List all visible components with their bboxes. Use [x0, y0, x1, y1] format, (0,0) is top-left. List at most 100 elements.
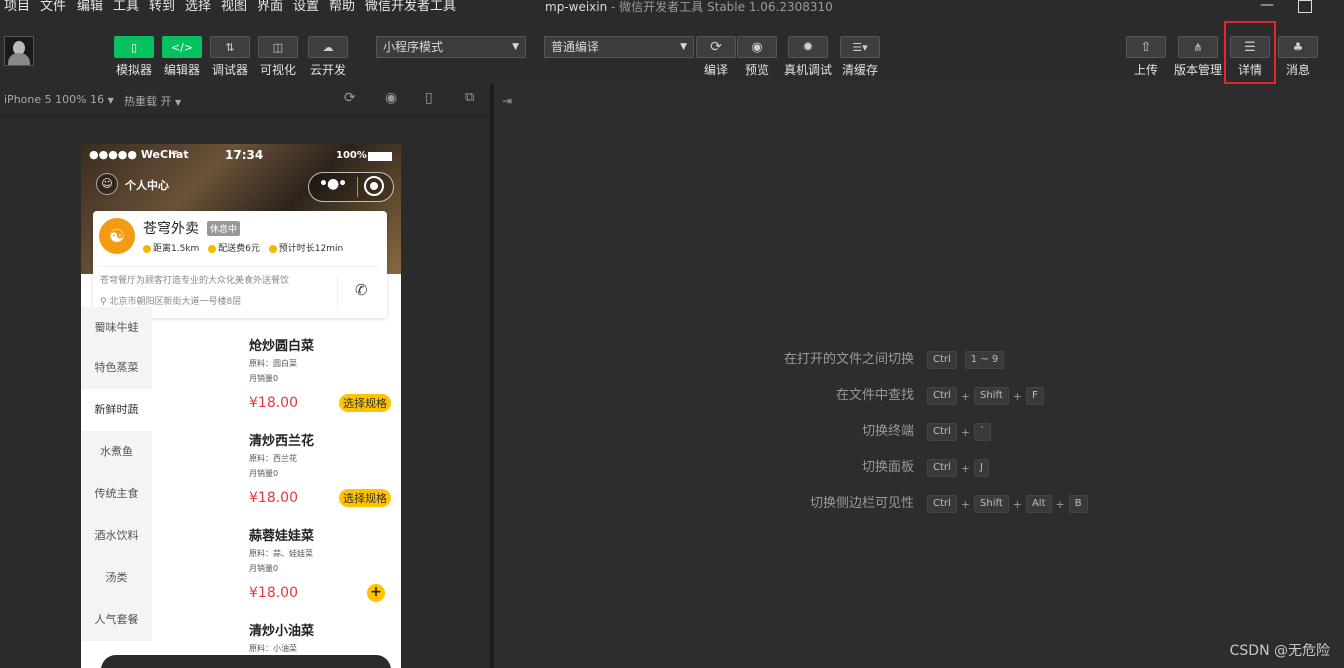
bell-icon[interactable]: ♣	[1278, 36, 1318, 58]
category-item[interactable]: 酒水饮料	[81, 515, 152, 557]
menu-settings[interactable]: 设置	[293, 0, 319, 15]
window-title-rest: - 微信开发者工具 Stable 1.06.2308310	[607, 0, 833, 14]
eye-icon[interactable]: ◉	[737, 36, 777, 58]
choose-spec-button[interactable]: 选择规格	[339, 489, 391, 507]
menu-edit[interactable]: 编辑	[77, 0, 103, 15]
clear-cache-button-label[interactable]: 清缓存	[836, 61, 884, 78]
compile-button-label[interactable]: 编译	[696, 61, 736, 78]
version-button-label[interactable]: 版本管理	[1172, 61, 1224, 78]
key: Ctrl	[927, 423, 957, 441]
category-item[interactable]: 人气套餐	[81, 599, 152, 641]
shop-distance: 距离1.5km	[153, 244, 200, 254]
personal-center-link[interactable]: 个人中心	[125, 177, 169, 193]
dish-sales: 月销量0	[249, 469, 279, 478]
refresh-icon[interactable]: ⟳	[696, 36, 736, 58]
user-icon[interactable]: ☺	[96, 173, 118, 195]
dish-ingredient: 原料：圆白菜	[249, 359, 297, 368]
menu-project[interactable]: 项目	[4, 0, 30, 15]
visual-button-label[interactable]: 可视化	[258, 61, 298, 78]
menu-file[interactable]: 文件	[40, 0, 66, 15]
menu-interface[interactable]: 界面	[257, 0, 283, 15]
hot-reload-select[interactable]: 热重载 开 ▼	[124, 93, 181, 109]
rotate-icon[interactable]: ⟳	[344, 90, 356, 106]
key: Ctrl	[927, 495, 957, 513]
record-icon[interactable]: ◉	[385, 90, 397, 106]
shop-address: ⚲ 北京市朝阳区新街大道一号楼8层	[100, 294, 241, 307]
editor-panel: ⇥ 在打开的文件之间切换 Ctrl 1 ~ 9 在文件中查找 Ctrl + Shift…	[494, 84, 1344, 668]
category-item[interactable]: 汤类	[81, 557, 152, 599]
add-to-cart-button[interactable]: +	[367, 584, 385, 602]
key: `	[974, 423, 992, 441]
window-title: mp-weixin - 微信开发者工具 Stable 1.06.2308310	[545, 0, 833, 15]
category-item-active[interactable]: 新鲜时蔬	[81, 389, 152, 431]
preview-button-label[interactable]: 预览	[737, 61, 777, 78]
minimize-icon[interactable]: —	[1260, 0, 1274, 13]
wechat-capsule: •●•	[308, 172, 394, 202]
upload-button-label[interactable]: 上传	[1126, 61, 1166, 78]
editor-button-label[interactable]: 编辑器	[162, 61, 202, 78]
category-item[interactable]: 水煮鱼	[81, 431, 152, 473]
chevron-down-icon: ▼	[107, 96, 114, 105]
dish-price: ¥18.00	[249, 395, 298, 411]
dish-price: ¥18.00	[249, 585, 298, 601]
close-mini-program-icon[interactable]	[364, 176, 384, 196]
phone-frame-icon[interactable]: ▯	[425, 90, 433, 106]
key: Ctrl	[927, 387, 957, 405]
branch-icon[interactable]: ⋔	[1178, 36, 1218, 58]
dish-sales: 月销量0	[249, 374, 279, 383]
messages-button-label[interactable]: 消息	[1278, 61, 1318, 78]
dish-ingredient: 原料：小油菜	[249, 644, 297, 653]
choose-spec-button[interactable]: 选择规格	[339, 394, 391, 412]
device-select[interactable]: iPhone 5 100% 16 ▼	[4, 93, 114, 106]
dish-item: 炝炒圆白菜 原料：圆白菜 月销量0 ¥18.00 选择规格	[249, 335, 399, 425]
layout-icon[interactable]: ◫	[258, 36, 298, 58]
shortcut-row: 在文件中查找 Ctrl + Shift + F	[494, 386, 1344, 406]
debugger-button-label[interactable]: 调试器	[210, 61, 250, 78]
category-item[interactable]: 特色蒸菜	[81, 347, 152, 389]
category-item[interactable]: 蜀味牛蛙	[81, 307, 152, 349]
menu-goto[interactable]: 转到	[149, 0, 175, 15]
collapse-sidebar-icon[interactable]: ⇥	[502, 94, 512, 108]
avatar[interactable]	[4, 36, 34, 66]
shop-name: 苍穹外卖	[143, 221, 199, 237]
capsule-divider	[357, 177, 358, 197]
shop-info-card: ☯ 苍穹外卖 休息中 距离1.5km 配送费6元 预计时长12min 苍穹餐厅为…	[93, 211, 387, 318]
chevron-down-icon: ▼	[175, 98, 182, 107]
dish-name: 清炒小油菜	[249, 624, 315, 639]
phone-call-icon[interactable]: ✆	[355, 281, 368, 299]
simulator-button-label[interactable]: 模拟器	[114, 61, 154, 78]
maximize-icon[interactable]	[1298, 0, 1312, 13]
category-item[interactable]: 传统主食	[81, 473, 152, 515]
cart-bar[interactable]	[101, 655, 391, 668]
toolbar: ▯ 模拟器 </> 编辑器 ⇅ 调试器 ◫ 可视化 ☁ 云开发 小程序模式 ▼ …	[0, 16, 1344, 84]
mode-select[interactable]: 小程序模式 ▼	[376, 36, 526, 58]
cloud-button-label[interactable]: 云开发	[305, 61, 351, 78]
window-title-app: mp-weixin	[545, 0, 608, 14]
wifi-icon: ≈	[171, 148, 179, 158]
code-icon[interactable]: </>	[162, 36, 202, 58]
key: B	[1068, 495, 1088, 513]
hot-reload-value: 热重载 开	[124, 95, 172, 108]
compile-select[interactable]: 普通编译 ▼	[544, 36, 694, 58]
menu-help[interactable]: 帮助	[329, 0, 355, 15]
menu-view[interactable]: 视图	[221, 0, 247, 15]
key: 1 ~ 9	[964, 351, 1005, 369]
bug-icon[interactable]: ✹	[788, 36, 828, 58]
card-divider	[99, 266, 379, 267]
shop-logo: ☯	[99, 218, 135, 254]
menu-select[interactable]: 选择	[185, 0, 211, 15]
popout-icon[interactable]: ⧉	[465, 90, 474, 105]
device-select-value: iPhone 5 100% 16	[4, 93, 105, 106]
more-dots-icon[interactable]: •●•	[319, 176, 347, 192]
phone-icon[interactable]: ▯	[114, 36, 154, 58]
remote-debug-button-label[interactable]: 真机调试	[782, 61, 834, 78]
debug-icon[interactable]: ⇅	[210, 36, 250, 58]
upload-icon[interactable]: ⇧	[1126, 36, 1166, 58]
phone-nav-bar: ☺ 个人中心 •●•	[81, 168, 401, 202]
key: Shift	[974, 387, 1009, 405]
dish-ingredient: 原料：蒜、娃娃菜	[249, 549, 313, 558]
layers-icon[interactable]: ☰▾	[840, 36, 880, 58]
menu-tools[interactable]: 工具	[113, 0, 139, 15]
menu-devtools[interactable]: 微信开发者工具	[365, 0, 456, 15]
cloud-icon[interactable]: ☁	[308, 36, 348, 58]
